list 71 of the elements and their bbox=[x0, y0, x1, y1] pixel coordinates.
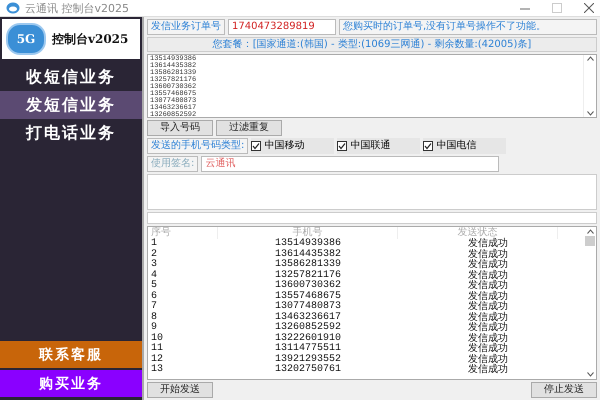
checkbox-label: 中国联通 bbox=[350, 140, 390, 152]
table-cell-text: 发信成功 bbox=[467, 292, 509, 302]
carrier-type-label: 发送的手机号码类型: bbox=[147, 138, 248, 154]
stop-send-button[interactable]: 停止发送 bbox=[531, 382, 597, 398]
logo-badge: 5G bbox=[6, 23, 46, 55]
checkbox-label: 中国电信 bbox=[436, 140, 476, 152]
table-cell-text: 2 bbox=[150, 250, 158, 260]
table-cell-text: 发信成功 bbox=[467, 323, 509, 333]
table-cell-text: 9 bbox=[150, 323, 158, 333]
table-cell-text: 13921293552 bbox=[274, 354, 342, 364]
table-cell-text: 1 bbox=[150, 239, 158, 249]
table-cell-text: 发信成功 bbox=[467, 344, 509, 354]
table-cell-text: 发信成功 bbox=[467, 281, 509, 291]
checkbox[interactable] bbox=[337, 141, 348, 151]
table-cell-text: 3 bbox=[150, 260, 158, 270]
table-cell-text: 8 bbox=[150, 312, 158, 322]
table-cell-text: 7 bbox=[150, 302, 158, 312]
table-cell-text: 发信成功 bbox=[467, 312, 509, 322]
checkbox[interactable] bbox=[423, 141, 434, 151]
package-info: 您套餐：[国家通道:(韩国) - 类型:(1069三网通) - 剩余数量:(42005)条] bbox=[147, 37, 597, 52]
window-title: 云通讯 控制台v2025 bbox=[25, 0, 130, 16]
order-hint: 您购买时的订单号,没有订单号操作不了功能。 bbox=[339, 19, 597, 35]
table-cell-text: 13 bbox=[150, 365, 164, 376]
table-cell-text: 6 bbox=[150, 292, 158, 302]
table-cell-text: 13222601910 bbox=[274, 334, 342, 344]
table-cell-text: 13077480873 bbox=[274, 302, 342, 312]
table-cell-text: 发信成功 bbox=[467, 302, 509, 312]
order-label: 发信业务订单号 bbox=[147, 19, 225, 35]
sidebar-button[interactable]: 购买业务 bbox=[0, 370, 142, 397]
table-cell-text: 13463236617 bbox=[274, 312, 342, 322]
table-cell-text: 13600730362 bbox=[274, 281, 342, 291]
scrollbar-thumb[interactable] bbox=[585, 236, 595, 246]
scroll-down-icon[interactable] bbox=[586, 111, 594, 116]
table-cell-text: 10 bbox=[150, 334, 164, 344]
table-cell-text: 发信成功 bbox=[467, 260, 509, 270]
order-number-field[interactable]: 1740473289819 bbox=[228, 19, 336, 35]
scroll-up-icon[interactable] bbox=[586, 56, 594, 61]
toolbar-button[interactable]: 导入号码 bbox=[147, 120, 213, 136]
checkbox[interactable] bbox=[251, 141, 262, 151]
toolbar-button[interactable]: 过滤重复 bbox=[216, 120, 282, 136]
table-cell-text: 4 bbox=[150, 270, 158, 280]
scroll-down-icon[interactable] bbox=[586, 372, 594, 377]
checkbox-label: 中国移动 bbox=[264, 140, 304, 152]
start-send-button[interactable]: 开始发送 bbox=[147, 382, 213, 398]
scroll-up-icon[interactable] bbox=[586, 229, 594, 234]
table-cell-text: 13514939386 bbox=[274, 239, 342, 249]
table-cell-text: 13557468675 bbox=[274, 292, 342, 302]
table-cell-text: 12 bbox=[150, 354, 164, 364]
table-cell-text: 5 bbox=[150, 281, 158, 291]
sidebar-item[interactable]: 发短信业务 bbox=[0, 91, 142, 119]
message-field[interactable] bbox=[147, 174, 597, 210]
table-cell-text: 发信成功 bbox=[467, 239, 509, 249]
logo-title: 控制台v2025 bbox=[52, 30, 128, 48]
table-cell-text: 13114775511 bbox=[274, 344, 342, 354]
table-cell-text: 发信成功 bbox=[467, 250, 509, 260]
table-cell-text: 发信成功 bbox=[467, 354, 509, 364]
table-cell-text: 13257821176 bbox=[274, 270, 342, 280]
table-cell-text: 13202750761 bbox=[274, 365, 342, 376]
close-icon[interactable] bbox=[584, 3, 594, 13]
table-cell-text: 发信成功 bbox=[467, 365, 509, 376]
table-cell-text: 11 bbox=[150, 344, 164, 354]
sidebar-item[interactable]: 收短信业务 bbox=[0, 63, 142, 91]
sidebar-button[interactable]: 联系客服 bbox=[0, 341, 142, 368]
table-cell-text: 13614435382 bbox=[274, 250, 342, 260]
table-cell-text: 发信成功 bbox=[467, 334, 509, 344]
table-cell-text: 13586281339 bbox=[274, 260, 342, 270]
table-cell-text: 13260852592 bbox=[274, 323, 342, 333]
sidebar-item[interactable]: 打电话业务 bbox=[0, 119, 142, 147]
signature-label: 使用签名: bbox=[147, 156, 198, 172]
signature-field[interactable]: 云通讯 bbox=[201, 156, 500, 172]
table-cell-text: 发信成功 bbox=[467, 270, 509, 280]
